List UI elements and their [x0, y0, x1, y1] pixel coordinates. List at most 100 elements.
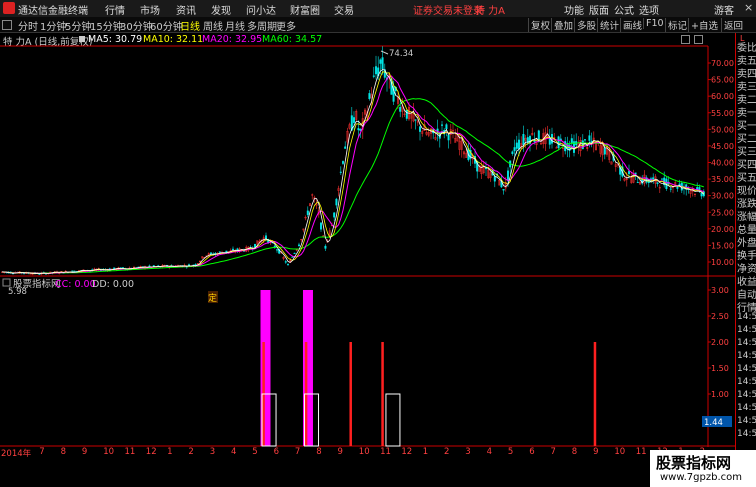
date-tick-label: 9	[81, 447, 88, 457]
candle-body	[515, 142, 518, 149]
login-notice[interactable]: 证券交易未登录	[413, 2, 483, 17]
window-icon[interactable]	[2, 20, 12, 30]
mark-button[interactable]: 标记	[665, 18, 689, 32]
menu-trade[interactable]: 交易	[334, 2, 354, 17]
multi-stock-button[interactable]: 多股	[574, 18, 598, 32]
add-watchlist-button[interactable]: +自选	[688, 18, 720, 32]
menu-ask[interactable]: 问小达	[246, 2, 276, 17]
candle-body	[368, 93, 371, 100]
candle-body	[322, 235, 325, 237]
tab-intraday[interactable]: 分时	[18, 18, 38, 33]
candle-body	[533, 140, 536, 142]
tab-more[interactable]: 更多	[276, 18, 296, 33]
adjust-button[interactable]: 复权	[528, 18, 552, 32]
tab-monthly[interactable]: 月线	[225, 18, 245, 33]
menu-wealth[interactable]: 财富圈	[290, 2, 320, 17]
candle-body	[511, 151, 514, 154]
tab-30min[interactable]: 30分钟	[120, 18, 153, 33]
side-panel-item: 14:56	[737, 338, 756, 348]
ma60-line	[1, 98, 704, 274]
candle-body	[603, 147, 606, 155]
price-tick-label: 50.00	[711, 125, 734, 134]
menu-options[interactable]: 选项	[639, 2, 659, 17]
price-tick-label: 30.00	[711, 192, 734, 201]
candle-body	[38, 273, 41, 275]
tab-60min[interactable]: 60分钟	[150, 18, 183, 33]
price-tick-label: 65.00	[711, 76, 734, 85]
title-bar: 通达信金融终端 行情 市场 资讯 发现 问小达 财富圈 交易 证券交易未登录 特…	[0, 0, 756, 18]
tab-5min[interactable]: 5分钟	[65, 18, 91, 33]
date-tick-label: 10	[103, 447, 115, 457]
candle-body	[661, 178, 664, 180]
candle-body	[148, 265, 151, 267]
date-tick-label: 4	[486, 447, 493, 457]
date-tick-label: 2	[444, 447, 450, 457]
draw-button[interactable]: 画线	[620, 18, 644, 32]
menu-discover[interactable]: 发现	[211, 2, 231, 17]
date-tick-label: 7	[39, 447, 45, 457]
date-tick-label: 11	[635, 447, 647, 457]
tab-daily[interactable]: 日线	[180, 18, 200, 33]
candle-body	[324, 245, 327, 249]
dd-bar[interactable]	[381, 342, 384, 446]
side-panel-item: 14:56	[737, 377, 756, 387]
candle-body	[414, 119, 417, 121]
candle-body	[231, 248, 234, 250]
side-panel-item: 14:56	[737, 351, 756, 361]
price-tick-label: 55.00	[711, 109, 734, 118]
f10-button[interactable]: F10	[643, 18, 666, 29]
dd-bar[interactable]	[349, 342, 352, 446]
date-tick-label: 12	[401, 447, 413, 457]
menu-formula[interactable]: 公式	[614, 2, 634, 17]
box-bar[interactable]	[385, 393, 401, 447]
side-panel-item: 14:56	[737, 390, 756, 400]
marker-label: 定	[208, 292, 217, 304]
price-tick-label: 35.00	[711, 175, 734, 184]
close-icon[interactable]: ×	[744, 1, 753, 14]
tab-15min[interactable]: 15分钟	[90, 18, 123, 33]
app-logo-icon	[3, 2, 15, 14]
date-tick-label: 10	[614, 447, 626, 457]
candle-body	[652, 177, 655, 180]
guest-label[interactable]: 游客	[714, 2, 734, 17]
menu-quotes[interactable]: 行情	[105, 2, 125, 17]
indicator-tick-label: 2.00	[711, 338, 729, 347]
indicator-bars[interactable]	[260, 290, 597, 447]
date-tick-label: 1	[167, 447, 173, 457]
candle-body	[291, 256, 294, 258]
candle-body	[298, 244, 301, 247]
indicator-y-ticks: 3.002.502.001.501.000.50	[708, 286, 729, 425]
dd-bar[interactable]	[593, 342, 597, 446]
chart-area[interactable]: 70.00 65.00 60.00 55.00 50.00 45.00 40.00 35.00…	[0, 33, 735, 447]
candle-body	[445, 124, 448, 130]
candle-body	[584, 139, 587, 141]
date-tick-label: 5	[507, 447, 514, 457]
candle-body	[485, 167, 488, 170]
candle-body	[293, 252, 296, 254]
menu-news[interactable]: 资讯	[176, 2, 196, 17]
tab-multi-period[interactable]: 多周期	[247, 18, 277, 33]
candle-body	[507, 170, 510, 181]
date-tick-label: 3	[465, 447, 471, 457]
watermark-url: www.7gpzb.com	[660, 472, 742, 483]
tab-weekly[interactable]: 周线	[203, 18, 223, 33]
stats-button[interactable]: 统计	[597, 18, 621, 32]
tab-1min[interactable]: 1分钟	[40, 18, 66, 33]
candle-body	[342, 161, 345, 164]
overlay-button[interactable]: 叠加	[551, 18, 575, 32]
watermark: 股票指标网 www.7gpzb.com	[650, 450, 756, 487]
candle-body	[700, 192, 703, 197]
value-box-label: 1.44	[704, 418, 723, 428]
indicator-collapse-icon[interactable]	[2, 278, 11, 287]
menu-layout[interactable]: 版面	[589, 2, 609, 17]
high-pointer	[380, 50, 389, 55]
price-tick-label: 45.00	[711, 142, 734, 151]
price-tick-label: 10.00	[711, 258, 734, 267]
indicator-dd: DD: 0.00	[92, 279, 134, 290]
ma10-line	[1, 71, 705, 275]
menu-function[interactable]: 功能	[564, 2, 584, 17]
back-button[interactable]: 返回	[721, 18, 745, 32]
menu-market[interactable]: 市场	[140, 2, 160, 17]
date-tick-label: 3	[209, 447, 216, 457]
price-tick-label: 60.00	[711, 92, 734, 101]
